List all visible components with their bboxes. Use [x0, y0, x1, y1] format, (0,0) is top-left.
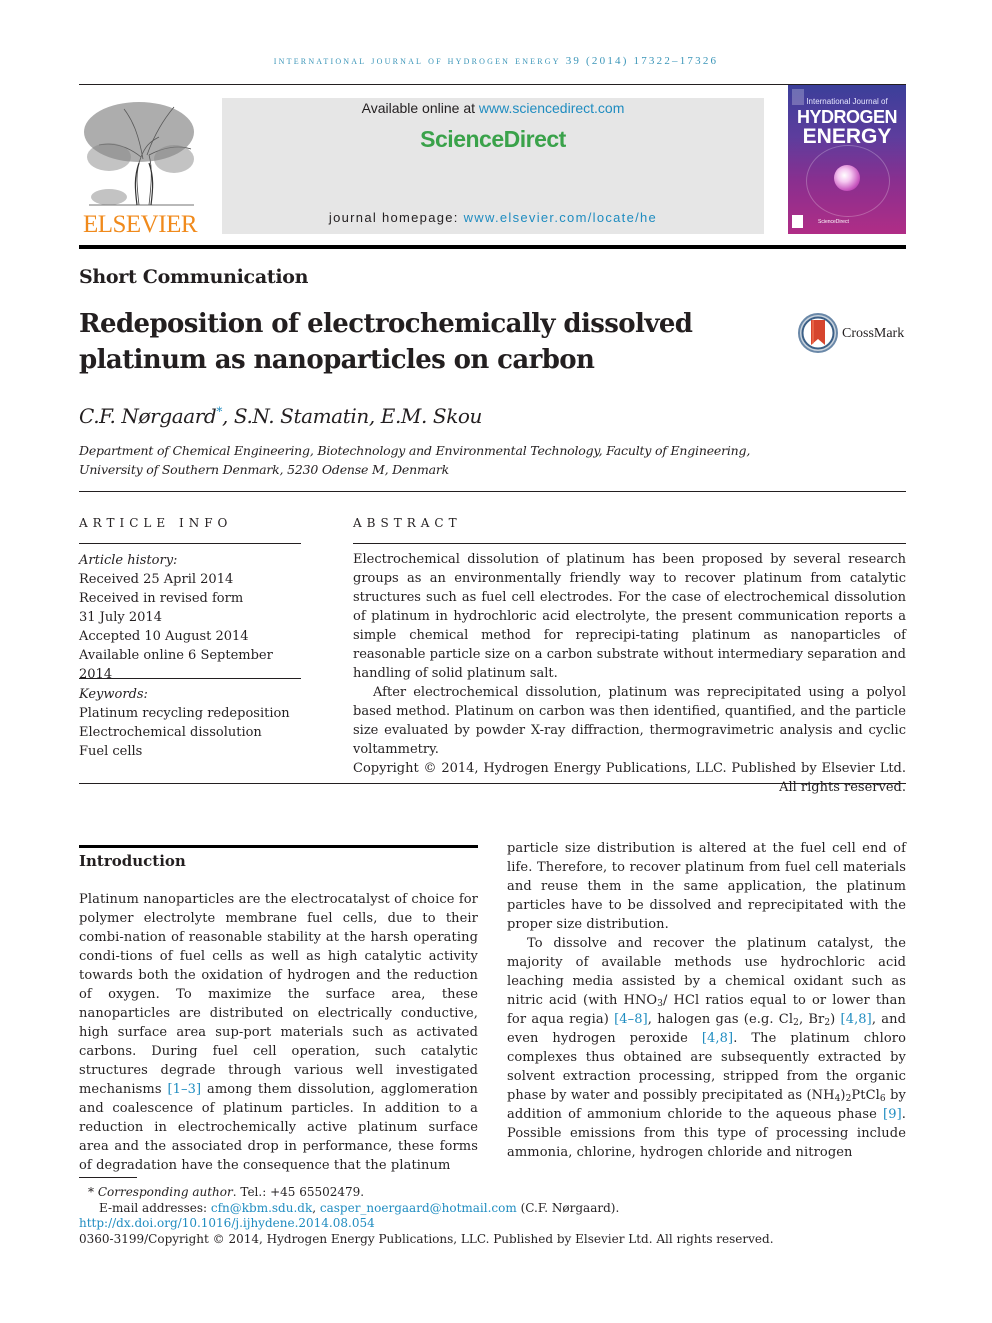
abstract-heading: ABSTRACT	[353, 516, 462, 530]
email-separator: ,	[312, 1200, 320, 1215]
copyright-line: 0360-3199/Copyright © 2014, Hydrogen Ene…	[79, 1231, 774, 1246]
sciencedirect-brand: ScienceDirect	[420, 126, 566, 152]
article-info-heading: ARTICLE INFO	[79, 516, 233, 530]
available-online-label: Available online at	[361, 100, 479, 116]
body-paragraph: Platinum nanoparticles are the electroca…	[79, 890, 478, 1175]
body-text: PtCl	[851, 1088, 880, 1103]
citation-link[interactable]: [9]	[883, 1107, 902, 1122]
body-text: Platinum nanoparticles are the electroca…	[79, 892, 478, 1097]
author-separator: ,	[221, 404, 234, 428]
history-item: Received in revised form	[79, 591, 244, 606]
article-title: Redeposition of electrochemically dissol…	[79, 309, 693, 375]
intro-rule	[79, 845, 478, 848]
body-right-column: particle size distribution is altered at…	[507, 839, 906, 1162]
masthead-rule	[79, 245, 906, 249]
email-owner: (C.F. Nørgaard).	[516, 1200, 620, 1215]
cover-sciencedirect: ScienceDirect	[818, 219, 849, 225]
body-paragraph: To dissolve and recover the platinum cat…	[507, 934, 906, 1162]
email-link[interactable]: casper_noergaard@hotmail.com	[320, 1201, 517, 1215]
citation-link[interactable]: [4–8]	[614, 1012, 648, 1027]
affiliation-line: University of Southern Denmark, 5230 Ode…	[79, 462, 450, 477]
cover-title-line1: International Journal of	[806, 97, 888, 106]
affiliation-line: Department of Chemical Engineering, Biot…	[79, 443, 751, 458]
cover-orb	[834, 165, 860, 191]
body-left-column: Platinum nanoparticles are the electroca…	[79, 890, 478, 1175]
footnotes: * Corresponding author. Tel.: +45 655024…	[79, 1185, 906, 1247]
abstract-body: Electrochemical dissolution of platinum …	[353, 550, 906, 797]
doi-line: http://dx.doi.org/10.1016/j.ijhydene.201…	[79, 1216, 906, 1232]
available-online: Available online at www.sciencedirect.co…	[222, 100, 764, 116]
history-item: Accepted 10 August 2014	[79, 629, 249, 644]
article-type: Short Communication	[79, 266, 309, 288]
abstract-rule	[353, 543, 906, 544]
abstract-bottom-rule	[79, 783, 906, 784]
affiliation: Department of Chemical Engineering, Biot…	[79, 441, 779, 479]
affiliation-rule	[79, 491, 906, 492]
author-separator: ,	[368, 404, 381, 428]
abstract-copyright: Copyright © 2014, Hydrogen Energy Public…	[353, 761, 906, 795]
section-heading-introduction: Introduction	[79, 852, 186, 870]
keywords-rule	[79, 678, 301, 679]
body-text: )	[830, 1012, 841, 1027]
doi-link[interactable]: http://dx.doi.org/10.1016/j.ijhydene.201…	[79, 1216, 375, 1230]
author-list: C.F. Nørgaard*, S.N. Stamatin, E.M. Skou	[79, 404, 482, 428]
journal-homepage-link[interactable]: www.elsevier.com/locate/he	[464, 210, 657, 225]
body-text: , halogen gas (e.g. Cl	[647, 1012, 794, 1027]
body-text: , Br	[798, 1012, 825, 1027]
running-head: International Journal of Hydrogen Energy…	[273, 55, 719, 67]
journal-homepage-label: journal homepage:	[328, 210, 464, 225]
keyword-item: Fuel cells	[79, 744, 143, 759]
crossmark-icon[interactable]	[798, 313, 838, 353]
cover-elsevier-mark	[792, 215, 803, 228]
keywords: Keywords: Platinum recycling redepositio…	[79, 685, 301, 761]
history-item: Received 25 April 2014	[79, 572, 234, 587]
elsevier-wordmark: ELSEVIER	[82, 211, 198, 238]
email-note: E-mail addresses: cfn@kbm.sdu.dk, casper…	[79, 1201, 906, 1217]
abstract-paragraph: After electrochemical dissolution, plati…	[353, 685, 906, 757]
citation-link[interactable]: [1–3]	[167, 1082, 201, 1097]
header-rule	[79, 84, 906, 85]
keyword-item: Platinum recycling redeposition	[79, 706, 290, 721]
sciencedirect-link[interactable]: www.sciencedirect.com	[479, 100, 625, 116]
journal-cover-image: International Journal of HYDROGEN ENERGY…	[788, 85, 906, 234]
corresponding-label: Corresponding author	[97, 1185, 233, 1199]
article-history: Article history: Received 25 April 2014 …	[79, 551, 301, 684]
footnote-star: *	[88, 1185, 94, 1199]
article-info-rule	[79, 543, 301, 544]
citation-link[interactable]: [4,8]	[702, 1031, 733, 1046]
citation-link[interactable]: [4,8]	[841, 1012, 872, 1027]
keyword-item: Electrochemical dissolution	[79, 725, 262, 740]
masthead: Available online at www.sciencedirect.co…	[222, 98, 764, 234]
footnote-rule	[79, 1177, 137, 1178]
journal-homepage: journal homepage: www.elsevier.com/locat…	[222, 210, 764, 225]
telephone: . Tel.: +45 65502479.	[232, 1185, 365, 1199]
crossmark-label[interactable]: CrossMark	[842, 326, 904, 342]
keywords-label: Keywords:	[79, 687, 148, 702]
article-history-label: Article history:	[79, 553, 178, 568]
author-name[interactable]: S.N. Stamatin	[234, 404, 369, 428]
author-name[interactable]: C.F. Nørgaard	[79, 404, 217, 428]
email-link[interactable]: cfn@kbm.sdu.dk	[211, 1201, 312, 1215]
email-label: E-mail addresses:	[99, 1200, 211, 1215]
author-name[interactable]: E.M. Skou	[381, 404, 483, 428]
corresponding-author-note: * Corresponding author. Tel.: +45 655024…	[79, 1185, 906, 1201]
abstract-paragraph: Electrochemical dissolution of platinum …	[353, 552, 906, 681]
body-paragraph: particle size distribution is altered at…	[507, 841, 906, 932]
history-item: 31 July 2014	[79, 610, 162, 625]
